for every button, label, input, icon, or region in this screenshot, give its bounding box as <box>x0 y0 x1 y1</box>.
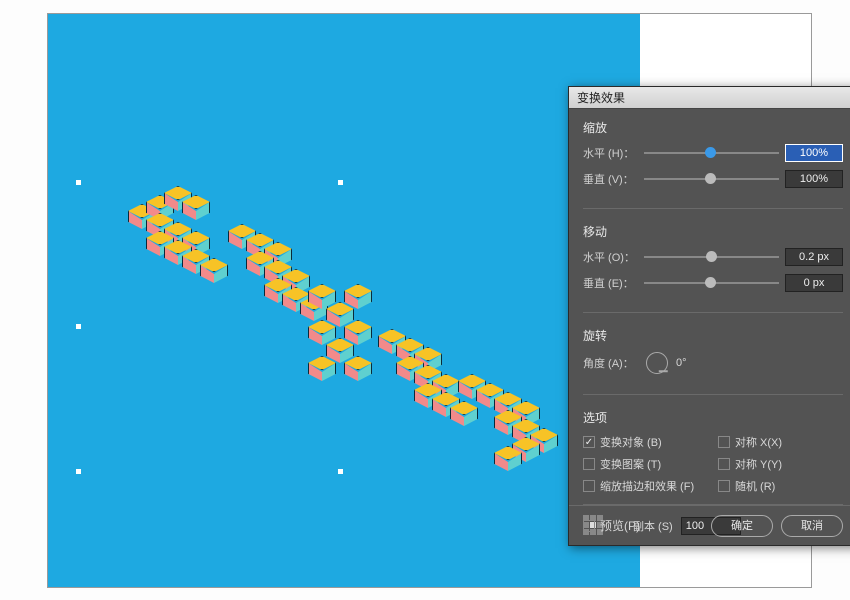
angle-dial[interactable] <box>646 352 668 374</box>
artboard-canvas[interactable] <box>48 14 640 587</box>
selection-handle[interactable] <box>76 180 81 185</box>
scale-v-label: 垂直 (V)： <box>583 171 638 187</box>
move-v-input[interactable]: 0 px <box>785 274 843 292</box>
transform-effect-dialog: 变换效果 缩放 水平 (H)： 100% 垂直 (V)： 100% 移动 水平 <box>568 86 850 546</box>
angle-label: 角度 (A)： <box>583 355 638 371</box>
opt-random[interactable]: 随机 (R) <box>718 478 843 494</box>
move-title: 移动 <box>583 223 843 240</box>
opt-mirror-x[interactable]: 对称 X(X) <box>718 434 843 450</box>
move-v-slider[interactable] <box>644 276 779 290</box>
scale-v-input[interactable]: 100% <box>785 170 843 188</box>
scale-h-input[interactable]: 100% <box>785 144 843 162</box>
rotate-title: 旋转 <box>583 327 843 344</box>
angle-value[interactable]: 0° <box>676 357 687 369</box>
opt-mirror-y[interactable]: 对称 Y(Y) <box>718 456 843 472</box>
opt-transform-object[interactable]: 变换对象 (B) <box>583 434 708 450</box>
selection-handle[interactable] <box>76 324 81 329</box>
opt-transform-pattern[interactable]: 变换图案 (T) <box>583 456 708 472</box>
scale-section: 缩放 水平 (H)： 100% 垂直 (V)： 100% <box>583 119 843 209</box>
preview-checkbox[interactable]: 预览(P) <box>583 517 640 534</box>
selection-handle[interactable] <box>76 469 81 474</box>
ok-button[interactable]: 确定 <box>711 515 773 537</box>
scale-h-label: 水平 (H)： <box>583 145 638 161</box>
cancel-button[interactable]: 取消 <box>781 515 843 537</box>
opt-scale-strokes[interactable]: 缩放描边和效果 (F) <box>583 478 708 494</box>
scale-title: 缩放 <box>583 119 843 136</box>
scale-h-slider[interactable] <box>644 146 779 160</box>
move-h-slider[interactable] <box>644 250 779 264</box>
scale-v-slider[interactable] <box>644 172 779 186</box>
pixel-text-artwork[interactable] <box>108 164 588 524</box>
move-h-label: 水平 (O)： <box>583 249 638 265</box>
move-h-input[interactable]: 0.2 px <box>785 248 843 266</box>
document-frame: 变换效果 缩放 水平 (H)： 100% 垂直 (V)： 100% 移动 水平 <box>47 13 812 588</box>
dialog-title[interactable]: 变换效果 <box>569 87 850 109</box>
options-title: 选项 <box>583 409 843 426</box>
move-section: 移动 水平 (O)： 0.2 px 垂直 (E)： 0 px <box>583 223 843 313</box>
move-v-label: 垂直 (E)： <box>583 275 638 291</box>
rotate-section: 旋转 角度 (A)： 0° <box>583 327 843 395</box>
